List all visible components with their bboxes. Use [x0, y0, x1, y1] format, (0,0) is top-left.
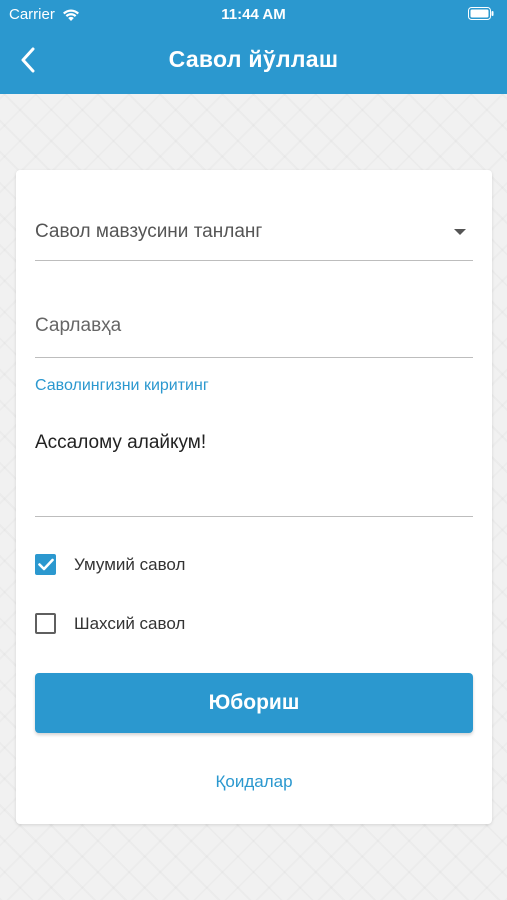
- navigation-bar: Савол йўллаш: [0, 36, 507, 86]
- question-text: Ассалому алайкум!: [35, 432, 207, 453]
- general-question-label: Умумий савол: [74, 554, 186, 574]
- title-input[interactable]: [35, 315, 473, 337]
- personal-question-label: Шахсий савол: [74, 613, 186, 633]
- submit-button[interactable]: Юбориш: [35, 673, 473, 733]
- battery-icon: [468, 7, 494, 20]
- topic-select-placeholder: Савол мавзусини танланг: [35, 221, 263, 242]
- general-question-option[interactable]: Умумий савол: [35, 554, 185, 575]
- topic-select[interactable]: Савол мавзусини танланг: [35, 205, 473, 261]
- checkmark-icon: [37, 558, 54, 571]
- app-header: Carrier 11:44 AM Савол йўллаш: [0, 0, 507, 94]
- rules-link[interactable]: Қоидалар: [16, 772, 492, 792]
- status-bar: Carrier 11:44 AM: [0, 0, 507, 28]
- question-form-card: Савол мавзусини танланг Саволингизни кир…: [16, 170, 492, 824]
- personal-question-option[interactable]: Шахсий савол: [35, 613, 185, 634]
- personal-question-checkbox[interactable]: [35, 613, 56, 634]
- dropdown-arrow-icon: [454, 229, 466, 235]
- status-time: 11:44 AM: [221, 6, 286, 23]
- question-textarea[interactable]: Ассалому алайкум!: [35, 428, 473, 517]
- general-question-checkbox[interactable]: [35, 554, 56, 575]
- page-title: Савол йўллаш: [168, 46, 339, 72]
- title-field: [35, 303, 473, 358]
- question-label: Саволингизни киритинг: [35, 377, 209, 394]
